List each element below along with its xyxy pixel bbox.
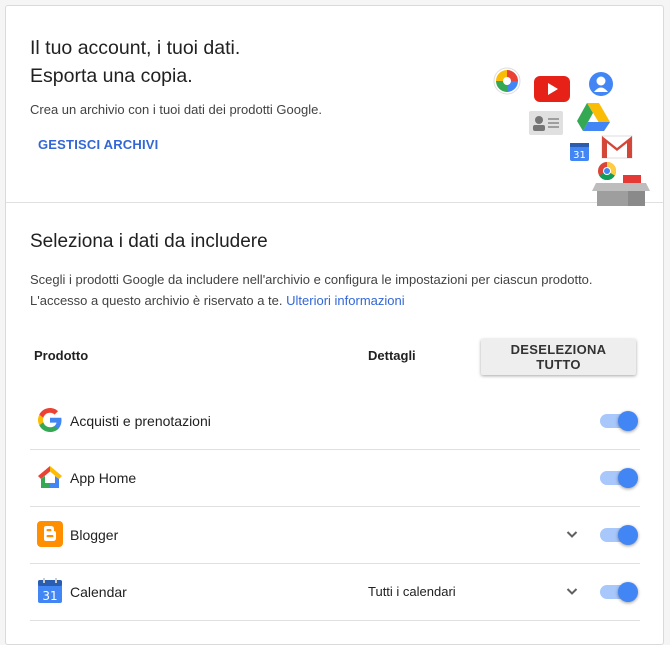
toggle-knob	[618, 411, 638, 431]
contact-card-icon	[529, 111, 563, 135]
svg-text:31: 31	[42, 589, 57, 603]
product-name: App Home	[70, 470, 137, 486]
contacts-icon	[589, 72, 613, 96]
product-toggle[interactable]	[600, 466, 640, 490]
column-header-details: Dettagli	[368, 348, 416, 363]
column-header-product: Prodotto	[34, 348, 89, 363]
calendar-icon: 31	[570, 143, 589, 161]
product-row-calendar: 31 Calendar Tutti i calendari	[30, 563, 640, 621]
product-name: Calendar	[70, 584, 127, 600]
chrome-icon	[598, 162, 617, 181]
learn-more-link[interactable]: Ulteriori informazioni	[286, 293, 404, 308]
product-details: Tutti i calendari	[368, 584, 456, 599]
product-row-acquisti: Acquisti e prenotazioni	[30, 392, 640, 450]
toggle-knob	[618, 525, 638, 545]
photos-icon	[493, 67, 521, 95]
product-logos-illustration: 31	[493, 67, 650, 206]
section-description: Scegli i prodotti Google da includere ne…	[30, 269, 640, 311]
product-toggle[interactable]	[600, 580, 640, 604]
product-name: Acquisti e prenotazioni	[70, 413, 211, 429]
google-g-icon	[38, 408, 62, 432]
takeout-card: Il tuo account, i tuoi dati. Esporta una…	[5, 5, 664, 645]
title-line-1: Il tuo account, i tuoi dati.	[30, 37, 241, 59]
page-title: Il tuo account, i tuoi dati. Esporta una…	[30, 34, 240, 90]
intro-section: Il tuo account, i tuoi dati. Esporta una…	[6, 6, 663, 206]
toggle-knob	[618, 468, 638, 488]
toggle-knob	[618, 582, 638, 602]
svg-text:31: 31	[573, 150, 586, 161]
intro-subtitle: Crea un archivio con i tuoi dati dei pro…	[30, 102, 322, 117]
product-toggle[interactable]	[600, 523, 640, 547]
product-name: Blogger	[70, 527, 119, 543]
chevron-down-icon[interactable]	[564, 583, 580, 599]
product-row-blogger: Blogger	[30, 506, 640, 564]
section-title: Seleziona i dati da includere	[30, 231, 268, 252]
product-row-app-home: App Home	[30, 449, 640, 507]
product-toggle[interactable]	[600, 409, 640, 433]
youtube-icon	[534, 76, 570, 102]
chevron-down-icon[interactable]	[564, 526, 580, 542]
blogger-icon	[37, 521, 63, 547]
title-line-2: Esporta una copia.	[30, 65, 193, 87]
gmail-icon	[601, 135, 633, 159]
google-home-icon	[38, 466, 62, 488]
deselect-all-button[interactable]: DESELEZIONA TUTTO	[481, 339, 636, 375]
drive-icon	[577, 103, 610, 131]
manage-archives-link[interactable]: GESTISCI ARCHIVI	[38, 137, 158, 152]
calendar-icon: 31	[38, 578, 62, 603]
archive-box-icon	[592, 175, 650, 206]
